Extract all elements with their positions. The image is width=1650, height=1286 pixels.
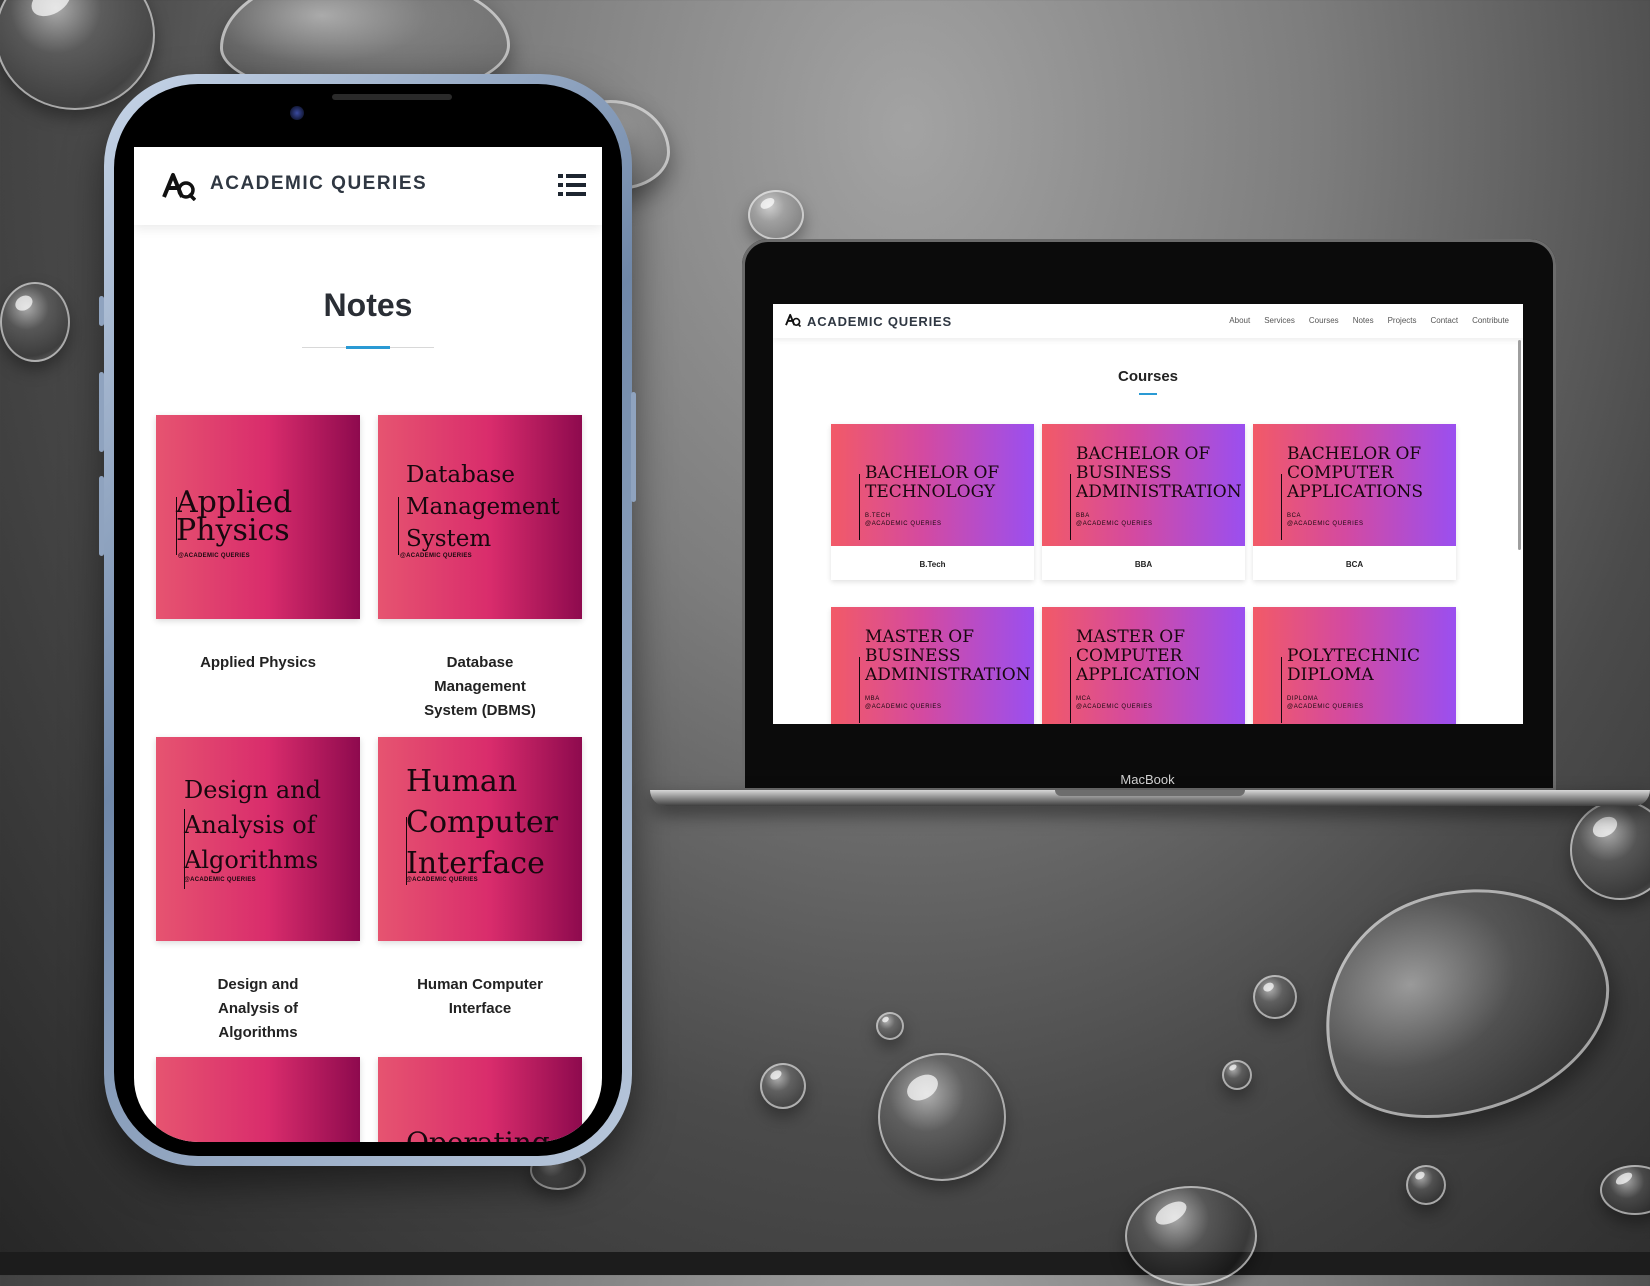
note-card-image[interactable]: Database Management System @ACADEMIC QUE… (378, 415, 582, 619)
card-image-title: POLYTECHNIC DIPLOMA (1287, 646, 1420, 685)
water-droplet (1288, 847, 1638, 1155)
nav-link-services[interactable]: Services (1264, 316, 1295, 325)
card-image-tag: @ACADEMIC QUERIES (184, 877, 256, 883)
card-image-title: BACHELOR OF BUSINESS ADMINISTRATION (1076, 444, 1242, 502)
card-image-tag: B.TECH @ACADEMIC QUERIES (865, 513, 942, 527)
phone-side-button (99, 296, 104, 326)
course-card[interactable]: MASTER OF COMPUTER APPLICATION MCA @ACAD… (1042, 607, 1245, 724)
course-card[interactable]: BACHELOR OF TECHNOLOGY B.TECH @ACADEMIC … (831, 424, 1034, 580)
laptop-brand-label: MacBook (1120, 772, 1175, 787)
title-accent-bar (346, 346, 390, 349)
card-image-tag: MBA @ACADEMIC QUERIES (865, 696, 942, 710)
water-bubble (1253, 975, 1297, 1019)
card-image-tag: BBA @ACADEMIC QUERIES (1076, 513, 1153, 527)
laptop-hinge (1055, 790, 1245, 796)
water-bubble (0, 282, 70, 362)
note-card-image[interactable]: Applied Physics @ACADEMIC QUERIES (156, 415, 360, 619)
card-image-title: Applied Physics (176, 485, 293, 548)
mobile-screen: ACADEMIC QUERIES Notes Applied Physics @… (134, 147, 602, 1142)
nav-link-contribute[interactable]: Contribute (1472, 316, 1509, 325)
card-rule (859, 657, 860, 723)
course-card-image: MASTER OF COMPUTER APPLICATION MCA @ACAD… (1042, 607, 1245, 724)
card-rule (859, 474, 860, 540)
course-card-caption[interactable]: BBA (1042, 560, 1245, 569)
phone-camera (290, 106, 304, 120)
water-bubble (760, 1063, 806, 1109)
title-accent-bar (1139, 393, 1157, 395)
page-title: Courses (1117, 368, 1179, 385)
mobile-header: ACADEMIC QUERIES (134, 147, 602, 225)
course-card-image: BACHELOR OF BUSINESS ADMINISTRATION BBA … (1042, 424, 1245, 546)
card-image-tag: MCA @ACADEMIC QUERIES (1076, 696, 1153, 710)
card-rule (1070, 657, 1071, 723)
water-bubble (878, 1053, 1006, 1181)
course-card-image: BACHELOR OF COMPUTER APPLICATIONS BCA @A… (1253, 424, 1456, 546)
nav-link-projects[interactable]: Projects (1388, 316, 1417, 325)
aq-logo-icon[interactable] (162, 171, 196, 201)
card-image-title: BACHELOR OF TECHNOLOGY (865, 463, 1000, 502)
card-rule (398, 497, 399, 555)
list-menu-icon[interactable] (558, 173, 586, 197)
course-card-image: MASTER OF BUSINESS ADMINISTRATION MBA @A… (831, 607, 1034, 724)
card-rule (1281, 474, 1282, 540)
desktop-screen: ACADEMIC QUERIES About Services Courses … (773, 304, 1523, 724)
brand-name[interactable]: ACADEMIC QUERIES (807, 314, 952, 329)
card-rule (1070, 474, 1071, 540)
nav-link-courses[interactable]: Courses (1309, 316, 1339, 325)
note-card-image[interactable]: Design and Analysis of Algorithms @ACADE… (156, 737, 360, 941)
note-card-caption[interactable]: Human Computer Interface (378, 973, 582, 1021)
water-bubble (1222, 1060, 1252, 1090)
note-card-caption[interactable]: Applied Physics (156, 651, 360, 675)
water-bubble (1406, 1165, 1446, 1205)
note-card-image[interactable] (156, 1057, 360, 1142)
water-bubble (876, 1012, 904, 1040)
course-card[interactable]: BACHELOR OF BUSINESS ADMINISTRATION BBA … (1042, 424, 1245, 580)
card-image-title: MASTER OF COMPUTER APPLICATION (1076, 627, 1201, 685)
course-card-image: POLYTECHNIC DIPLOMA DIPLOMA @ACADEMIC QU… (1253, 607, 1456, 724)
desktop-header: ACADEMIC QUERIES About Services Courses … (773, 304, 1523, 338)
card-image-title: Design and Analysis of Algorithms (184, 776, 322, 874)
course-card-image: BACHELOR OF TECHNOLOGY B.TECH @ACADEMIC … (831, 424, 1034, 546)
course-card[interactable]: MASTER OF BUSINESS ADMINISTRATION MBA @A… (831, 607, 1034, 724)
phone-speaker (332, 94, 452, 100)
nav-link-notes[interactable]: Notes (1353, 316, 1374, 325)
course-card-caption[interactable]: BCA (1253, 560, 1456, 569)
card-image-title: MASTER OF BUSINESS ADMINISTRATION (865, 627, 1031, 685)
water-bubble (1600, 1165, 1650, 1215)
background-bottom-band (0, 1252, 1650, 1275)
water-bubble (1570, 800, 1650, 900)
course-card[interactable]: POLYTECHNIC DIPLOMA DIPLOMA @ACADEMIC QU… (1253, 607, 1456, 724)
aq-logo-icon[interactable] (785, 313, 801, 327)
top-nav: About Services Courses Notes Projects Co… (1229, 316, 1509, 325)
phone-volume-down-button (99, 476, 104, 556)
card-image-tag: @ACADEMIC QUERIES (178, 553, 250, 559)
card-image-tag: BCA @ACADEMIC QUERIES (1287, 513, 1364, 527)
card-image-tag: @ACADEMIC QUERIES (406, 877, 478, 883)
card-image-title: Database Management System (406, 462, 560, 552)
phone-power-button (631, 392, 636, 502)
card-image-title: BACHELOR OF COMPUTER APPLICATIONS (1287, 444, 1424, 502)
card-image-title: Operating (406, 1126, 550, 1142)
water-bubble (0, 0, 155, 110)
card-rule (1281, 657, 1282, 723)
nav-link-contact[interactable]: Contact (1431, 316, 1459, 325)
water-bubble (748, 190, 804, 240)
course-card-caption[interactable]: B.Tech (831, 560, 1034, 569)
note-card-image[interactable]: Human Computer Interface @ACADEMIC QUERI… (378, 737, 582, 941)
brand-name[interactable]: ACADEMIC QUERIES (210, 173, 427, 195)
note-card-image[interactable]: Operating (378, 1057, 582, 1142)
card-image-tag: DIPLOMA @ACADEMIC QUERIES (1287, 696, 1364, 710)
card-image-tag: @ACADEMIC QUERIES (400, 553, 472, 559)
water-bubble (1125, 1186, 1257, 1286)
card-image-title: Human Computer Interface (406, 764, 559, 881)
page-title: Notes (323, 287, 413, 323)
note-card-caption[interactable]: Design and Analysis of Algorithms (156, 973, 360, 1045)
nav-link-about[interactable]: About (1229, 316, 1250, 325)
note-card-caption[interactable]: Database Management System (DBMS) (378, 651, 582, 723)
phone-volume-up-button (99, 372, 104, 452)
course-card[interactable]: BACHELOR OF COMPUTER APPLICATIONS BCA @A… (1253, 424, 1456, 580)
